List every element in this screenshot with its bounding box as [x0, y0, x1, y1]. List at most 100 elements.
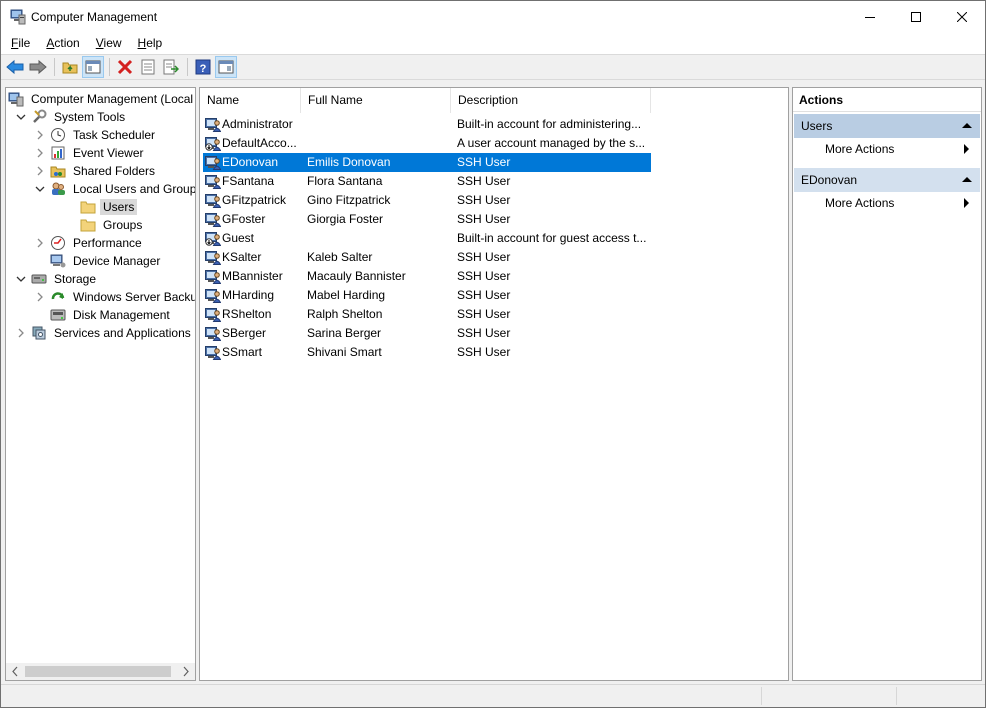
computer-management-window: Computer Management File Action View Hel… [0, 0, 986, 708]
more-actions-users[interactable]: More Actions [825, 139, 975, 159]
actions-group-label: EDonovan [801, 173, 858, 187]
menu-help-accel: H [137, 36, 147, 50]
tree-item[interactable]: Shared Folders [33, 162, 158, 180]
tree-item[interactable]: Windows Server Backup [33, 288, 196, 306]
actions-pane: Actions Users More Actions EDonovan More… [792, 87, 982, 681]
folder-icon [80, 199, 96, 215]
user-icon [205, 250, 222, 265]
svg-text:?: ? [200, 63, 207, 75]
more-actions-edonovan[interactable]: More Actions [825, 193, 975, 213]
tree-item-label: Windows Server Backup [73, 290, 196, 304]
tree-item-label: Disk Management [73, 308, 170, 322]
close-button[interactable] [939, 1, 985, 32]
scroll-right-icon[interactable] [177, 663, 194, 680]
computer-management-icon [8, 91, 24, 107]
expanded-chevron-icon[interactable] [14, 272, 28, 286]
tree-item-label: Groups [103, 218, 143, 232]
scroll-thumb[interactable] [25, 666, 171, 677]
user-icon [205, 345, 222, 360]
table-row[interactable]: FSantana Flora Santana SSH User [203, 172, 651, 191]
expanded-chevron-icon[interactable] [33, 182, 47, 196]
actions-group-users[interactable]: Users [794, 114, 980, 138]
forward-button[interactable] [27, 56, 49, 78]
menu-help[interactable]: Help [130, 36, 171, 50]
table-row[interactable]: SBerger Sarina Berger SSH User [203, 324, 651, 343]
cell-description: SSH User [457, 250, 511, 264]
cell-name: Guest [222, 231, 255, 245]
user-icon [205, 155, 222, 170]
column-header-full-name[interactable]: Full Name [301, 88, 451, 113]
column-header-name[interactable]: Name [200, 88, 301, 113]
collapsed-chevron-icon[interactable] [14, 326, 28, 340]
expanded-chevron-icon[interactable] [14, 110, 28, 124]
tree-item[interactable]: Performance [33, 234, 145, 252]
table-row[interactable]: KSalter Kaleb Salter SSH User [203, 248, 651, 267]
table-row[interactable]: GFitzpatrick Gino Fitzpatrick SSH User [203, 191, 651, 210]
menu-view[interactable]: View [88, 36, 130, 50]
up-one-level-button[interactable] [59, 56, 81, 78]
collapse-caret-icon[interactable] [962, 123, 972, 128]
tree-item[interactable]: Groups [63, 216, 145, 234]
show-hide-console-tree-button[interactable] [82, 56, 104, 78]
export-list-button[interactable] [160, 56, 182, 78]
tree-item[interactable]: Computer Management (Local [8, 90, 195, 108]
tree-item[interactable]: Task Scheduler [33, 126, 158, 144]
collapsed-chevron-icon[interactable] [33, 146, 47, 160]
cell-name: RShelton [222, 307, 272, 321]
table-row[interactable]: Guest Built-in account for guest access t… [203, 229, 651, 248]
properties-icon [141, 59, 155, 75]
tree-item[interactable]: Disk Management [33, 306, 173, 324]
tree-item[interactable]: Local Users and Groups [33, 180, 195, 198]
delete-button[interactable] [114, 56, 136, 78]
status-segment [761, 687, 896, 705]
tree-item[interactable]: Users [63, 198, 138, 216]
cell-full-name: Flora Santana [307, 174, 383, 188]
status-bar [1, 684, 985, 707]
show-hide-action-pane-icon [218, 60, 234, 74]
help-button[interactable]: ? [192, 56, 214, 78]
tree-item[interactable]: Device Manager [33, 252, 163, 270]
menu-file[interactable]: File [3, 36, 38, 50]
cell-name: FSantana [222, 174, 275, 188]
collapsed-chevron-icon[interactable] [33, 290, 47, 304]
tree-item[interactable]: System Tools [14, 108, 128, 126]
actions-title: Actions [793, 88, 981, 112]
table-row[interactable]: GFoster Giorgia Foster SSH User [203, 210, 651, 229]
scroll-left-icon[interactable] [7, 663, 24, 680]
back-button[interactable] [4, 56, 26, 78]
column-header-description[interactable]: Description [451, 88, 651, 113]
menu-view-rest: iew [103, 36, 122, 50]
performance-icon [50, 235, 66, 251]
tree-horizontal-scrollbar[interactable] [6, 663, 195, 680]
collapsed-chevron-icon[interactable] [33, 128, 47, 142]
properties-button[interactable] [137, 56, 159, 78]
collapse-caret-icon[interactable] [962, 177, 972, 182]
table-row[interactable]: EDonovan Emilis Donovan SSH User [203, 153, 651, 172]
menu-action-rest: ction [54, 36, 80, 50]
tree-item[interactable]: Storage [14, 270, 99, 288]
cell-name: MHarding [222, 288, 275, 302]
more-actions-label: More Actions [825, 142, 895, 156]
tree-item[interactable]: Services and Applications [14, 324, 194, 342]
table-row[interactable]: MHarding Mabel Harding SSH User [203, 286, 651, 305]
tree-item[interactable]: Event Viewer [33, 144, 146, 162]
cell-full-name: Kaleb Salter [307, 250, 373, 264]
table-row[interactable]: MBannister Macauly Bannister SSH User [203, 267, 651, 286]
cell-description: SSH User [457, 193, 511, 207]
collapsed-chevron-icon[interactable] [33, 236, 47, 250]
actions-group-edonovan[interactable]: EDonovan [794, 168, 980, 192]
table-row[interactable]: DefaultAcco... A user account managed by … [203, 134, 651, 153]
minimize-button[interactable] [847, 1, 893, 32]
maximize-button[interactable] [893, 1, 939, 32]
menu-action[interactable]: Action [38, 36, 87, 50]
cell-full-name: Gino Fitzpatrick [307, 193, 391, 207]
show-hide-action-pane-button[interactable] [215, 56, 237, 78]
table-row[interactable]: SSmart Shivani Smart SSH User [203, 343, 651, 362]
title-bar[interactable]: Computer Management [1, 1, 985, 32]
computer-management-app-icon [10, 9, 26, 25]
collapsed-chevron-icon[interactable] [33, 164, 47, 178]
user-icon [205, 326, 222, 341]
table-row[interactable]: RShelton Ralph Shelton SSH User [203, 305, 651, 324]
cell-full-name: Giorgia Foster [307, 212, 384, 226]
table-row[interactable]: Administrator Built-in account for admini… [203, 115, 651, 134]
